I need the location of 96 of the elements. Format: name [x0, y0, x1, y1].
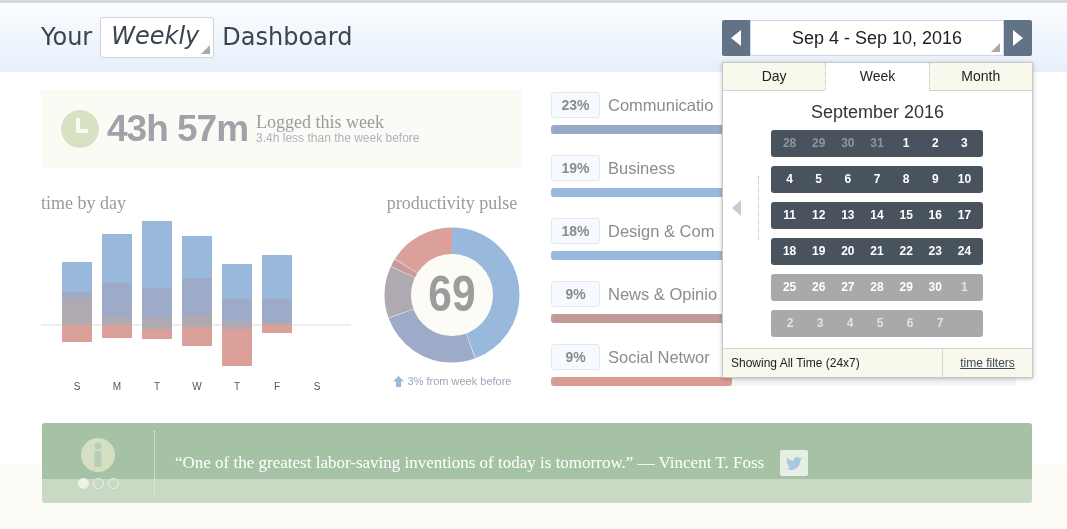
day-cell-text: 8 — [901, 171, 911, 188]
category-name: Social Networ — [608, 346, 710, 368]
day-cell-text: 14 — [869, 207, 885, 224]
day-cell-text: 7 — [872, 171, 882, 188]
day-cell-text: 28 — [781, 135, 798, 152]
total-time: 43h 57m — [107, 107, 249, 152]
right-arrow-icon — [1013, 29, 1023, 46]
day-cell-text: 1 — [901, 135, 911, 152]
category-name: Design & Com — [608, 220, 715, 242]
day-cell-text: 3 — [815, 315, 825, 332]
pagination-dot[interactable] — [77, 477, 89, 489]
day-cell-text: 29 — [811, 135, 827, 152]
share-button[interactable] — [780, 450, 809, 476]
day-cell-text: 16 — [927, 207, 943, 224]
left-arrow-icon — [731, 29, 741, 46]
day-cell-text: 27 — [840, 279, 856, 296]
week-row[interactable]: 18 19 20 21 22 23 24 — [771, 238, 983, 265]
left-arrow-icon — [732, 200, 741, 216]
day-cell-text: 2 — [785, 315, 795, 332]
day-cell-text: 31 — [869, 135, 885, 152]
day-cell-text: 24 — [956, 243, 973, 260]
day-cell-text: 2 — [930, 135, 940, 152]
day-label: S — [72, 380, 82, 394]
percent-badge: 18% — [551, 218, 600, 244]
day-cell-text: 9 — [930, 171, 940, 188]
day-label: T — [152, 380, 162, 394]
day-cell-text: 4 — [785, 171, 794, 188]
day-cell-text: 5 — [814, 171, 824, 188]
day-label: M — [111, 380, 123, 394]
week-row[interactable]: 11 12 13 14 15 16 17 — [771, 202, 983, 229]
day-label: T — [232, 380, 242, 394]
percent-badge: 19% — [551, 155, 600, 181]
info-icon — [81, 437, 115, 472]
day-cell-text: 28 — [869, 279, 885, 296]
day-cell-text: 29 — [898, 279, 914, 296]
time-filters-link[interactable]: time filters — [960, 354, 1015, 372]
change-text: 3% from week before — [407, 374, 512, 389]
month-title: September 2016 — [809, 101, 946, 124]
category-name: Communicatio — [608, 94, 714, 116]
day-cell-text: 6 — [843, 171, 853, 188]
day-cell-text: 21 — [869, 243, 885, 260]
chart-title: productivity pulse — [386, 192, 518, 215]
dropdown-corner-icon — [991, 42, 1000, 52]
day-cell-text: 19 — [811, 243, 827, 260]
pulse-score: 69 — [428, 269, 476, 319]
next-button[interactable] — [1004, 19, 1032, 56]
day-label: W — [191, 380, 203, 394]
quote-text: “One of the greatest labor-saving inventions of today is tomorrow.” — Vincent T. Foss — [175, 452, 765, 475]
day-cell-text: 15 — [898, 207, 914, 224]
day-cell-text: 11 — [782, 207, 797, 224]
day-label: S — [312, 380, 322, 394]
calendar-tab[interactable]: Day — [723, 63, 826, 91]
category-name: News & Opinio — [608, 283, 718, 305]
percent-badge: 23% — [551, 92, 600, 118]
week-row[interactable]: 28 29 30 31 1 2 3 — [771, 130, 983, 157]
bar-segment — [182, 236, 212, 278]
period-dropdown[interactable]: Weekly — [100, 17, 215, 58]
dropdown-corner-icon — [201, 44, 211, 54]
day-cell-text: 1 — [960, 279, 969, 296]
day-cell-text: 4 — [845, 315, 855, 332]
bird-icon — [786, 456, 803, 470]
day-cell-text: 5 — [875, 315, 885, 332]
day-cell-text: 20 — [840, 243, 856, 260]
chart-title: time by day — [41, 192, 127, 215]
summary-title: Logged this week — [256, 112, 386, 133]
percent-badge: 9% — [551, 344, 600, 370]
percent-badge: 9% — [551, 281, 600, 307]
up-arrow-icon — [392, 375, 404, 387]
clock-icon — [61, 110, 99, 148]
title-text: Dashboard — [222, 22, 353, 54]
previous-button[interactable] — [722, 19, 750, 56]
day-cell-text: 25 — [781, 279, 798, 296]
day-cell-text: 30 — [927, 279, 943, 296]
day-cell-text: 17 — [956, 207, 973, 224]
day-cell-text: 23 — [927, 243, 943, 260]
day-label: F — [272, 380, 282, 394]
status-text: Showing All Time (24x7) — [731, 355, 860, 372]
day-cell-text: 10 — [956, 171, 973, 188]
summary-subtitle: 3.4h less than the week before — [256, 132, 420, 146]
week-row[interactable]: 4 5 6 7 8 9 10 — [771, 166, 983, 193]
day-cell-text: 6 — [905, 315, 915, 332]
date-range-label: Sep 4 - Sep 10, 2016 — [791, 27, 963, 48]
title-text: Your — [41, 22, 93, 54]
day-cell-text: 30 — [840, 135, 856, 152]
day-cell-text: 22 — [898, 243, 914, 260]
date-range-dropdown[interactable]: Sep 4 - Sep 10, 2016 — [750, 19, 1004, 56]
day-cell-text: 12 — [811, 207, 827, 224]
day-cell-text: 7 — [935, 315, 945, 332]
calendar-tab[interactable]: Week — [825, 63, 929, 91]
day-cell-text: 18 — [781, 243, 798, 260]
day-cell-text: 13 — [840, 207, 856, 224]
day-cell-text: 26 — [811, 279, 827, 296]
bar-segment — [142, 329, 172, 339]
day-cell-text: 3 — [960, 135, 969, 152]
calendar-tab[interactable]: Month — [928, 63, 1032, 91]
category-name: Business — [608, 157, 675, 179]
